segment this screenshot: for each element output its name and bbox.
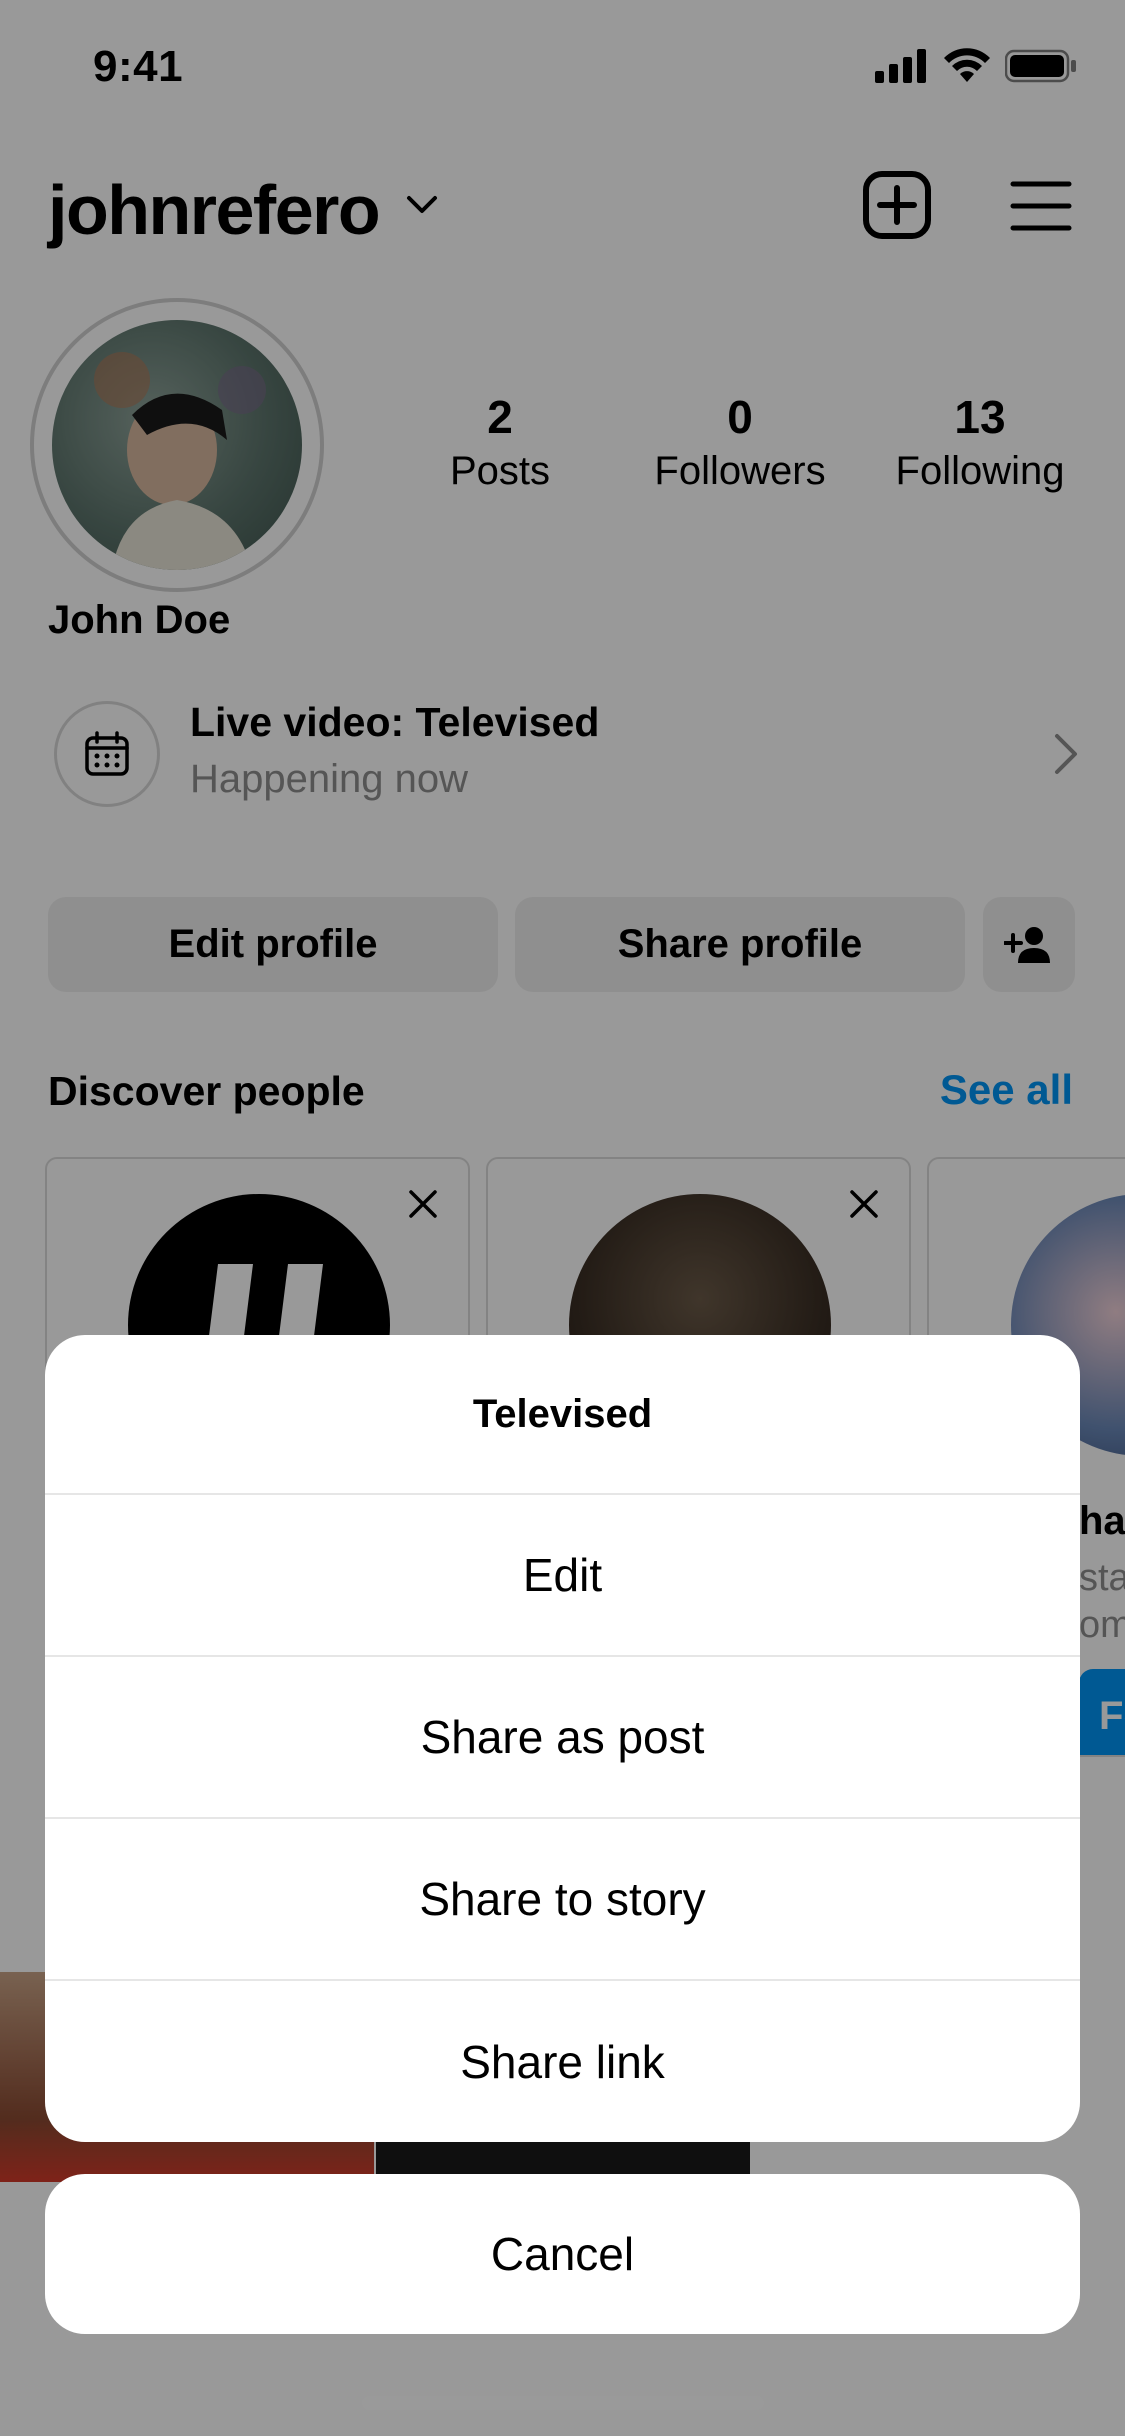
share-link-option[interactable]: Share link (45, 1981, 1080, 2142)
cancel-button[interactable]: Cancel (45, 2174, 1080, 2334)
action-sheet: Televised Edit Share as post Share to st… (45, 1335, 1080, 2142)
share-as-post-option[interactable]: Share as post (45, 1657, 1080, 1819)
home-indicator[interactable] (362, 2396, 764, 2410)
edit-option[interactable]: Edit (45, 1495, 1080, 1657)
action-sheet-title: Televised (45, 1335, 1080, 1495)
share-to-story-option[interactable]: Share to story (45, 1819, 1080, 1981)
